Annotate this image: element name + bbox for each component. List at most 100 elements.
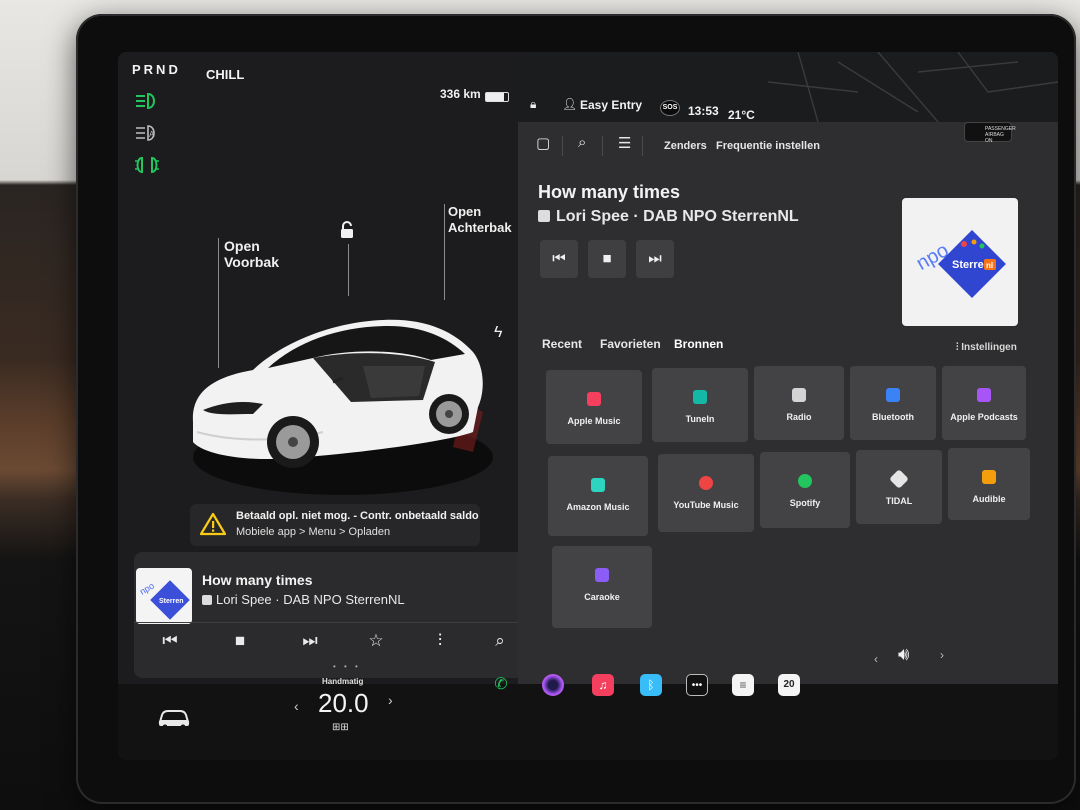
lock-icon[interactable] — [338, 220, 356, 240]
bluetooth-icon[interactable]: ᛒ — [640, 674, 662, 696]
stop-icon[interactable]: ■ — [588, 240, 626, 278]
amazon-music-icon — [591, 478, 605, 492]
warning-icon — [200, 512, 226, 536]
calendar-icon[interactable]: 20 — [778, 674, 800, 696]
apple-music-icon[interactable]: ♫ — [592, 674, 614, 696]
media-panel: 🔒︎ 👤︎ Easy Entry SOS 13:53 21°C PASSENGE… — [518, 52, 1058, 684]
stop-icon[interactable]: ■ — [220, 626, 260, 656]
source-label: YouTube Music — [673, 500, 739, 510]
settings-label: Instellingen — [961, 342, 1017, 353]
divider — [134, 622, 530, 623]
svg-text:Sterren: Sterren — [159, 598, 184, 605]
volume-icon[interactable]: 🔊︎ — [898, 644, 909, 665]
source-amazon-music[interactable]: Amazon Music — [548, 456, 648, 536]
tab-bronnen[interactable]: Bronnen — [674, 337, 723, 351]
cabin-temperature[interactable]: 20.0 — [318, 688, 369, 719]
source-label: Audible — [972, 494, 1006, 504]
svg-text:A: A — [149, 130, 155, 139]
profile-icon[interactable]: 👤︎ — [562, 97, 577, 111]
list-icon[interactable]: ☰ — [618, 134, 631, 152]
spotify-icon — [798, 474, 812, 488]
svg-text:npo: npo — [138, 581, 156, 597]
station-artwork: npo Sterren — [136, 568, 192, 624]
parking-lights-icon — [135, 156, 159, 174]
car-icon[interactable] — [156, 706, 192, 730]
search-icon[interactable]: ⌕ — [578, 134, 586, 151]
camera-icon[interactable] — [542, 674, 564, 696]
source-label: Bluetooth — [872, 412, 914, 422]
phone-icon[interactable]: ✆ — [490, 674, 512, 696]
source-label: Radio — [786, 412, 812, 422]
media-toolbar: ▢ ⌕ ☰ Zenders Frequentie instellen — [518, 132, 1058, 164]
source-label: TuneIn — [685, 414, 715, 424]
next-icon[interactable]: ⏭ — [290, 626, 330, 656]
low-beam-icon — [136, 92, 155, 110]
svg-text:nl: nl — [986, 261, 993, 270]
media-library-icon[interactable]: ▢ — [536, 134, 550, 152]
settings-link[interactable]: ⫶ Instellingen — [956, 342, 1017, 353]
tab-zenders[interactable]: Zenders — [664, 140, 707, 152]
favorite-star-icon[interactable]: ☆ — [356, 626, 396, 656]
podcasts-icon — [977, 388, 991, 402]
driver-profile[interactable]: Easy Entry — [580, 98, 642, 112]
previous-icon[interactable]: ⏮ — [540, 240, 578, 278]
search-icon[interactable]: ⌕ — [480, 626, 520, 656]
tunein-icon — [693, 390, 707, 404]
radio-icon — [538, 210, 550, 222]
equalizer-icon[interactable]: ⫶ — [420, 626, 460, 656]
source-audible[interactable]: Audible — [948, 448, 1030, 520]
tab-frequentie[interactable]: Frequentie instellen — [716, 140, 820, 152]
sos-icon[interactable]: SOS — [660, 100, 680, 116]
toolbar-divider — [562, 136, 563, 156]
volume-down-icon[interactable]: ‹ — [874, 652, 878, 666]
previous-icon[interactable]: ⏮ — [150, 626, 190, 656]
open-trunk-button[interactable]: Open Achterbak — [448, 204, 512, 236]
source-spotify[interactable]: Spotify — [760, 452, 850, 528]
alert-title: Betaald opl. niet mog. - Contr. onbetaal… — [236, 510, 479, 522]
source-apple-podcasts[interactable]: Apple Podcasts — [942, 366, 1026, 440]
now-playing-subtitle-text: Lori Spee · DAB NPO SterrenNL — [556, 208, 799, 225]
open-frunk-button[interactable]: Open Voorbak — [224, 238, 279, 270]
station-artwork-large: npo Sterren nl — [902, 198, 1018, 326]
bluetooth-icon — [886, 388, 900, 402]
range-readout: 336 km — [440, 87, 481, 101]
page-indicator: • • • — [333, 662, 361, 671]
now-playing-subtitle: Lori Spee · DAB NPO SterrenNL — [538, 208, 799, 226]
charge-port-icon[interactable]: ϟ — [494, 324, 502, 342]
source-radio[interactable]: Radio — [754, 366, 844, 440]
more-apps-icon[interactable]: ••• — [686, 674, 708, 696]
source-bluetooth[interactable]: Bluetooth — [850, 366, 936, 440]
volume-up-icon[interactable]: › — [940, 648, 944, 662]
auto-high-beam-icon: A — [136, 125, 155, 141]
caraoke-icon — [595, 568, 609, 582]
source-tidal[interactable]: TIDAL — [856, 450, 942, 524]
source-label: Caraoke — [584, 592, 620, 602]
tab-favorieten[interactable]: Favorieten — [600, 337, 661, 351]
mini-media-player[interactable]: npo Sterren How many times Lori Spee · D… — [134, 552, 530, 678]
bottom-dock — [118, 684, 1058, 760]
temp-up-icon[interactable]: › — [388, 692, 393, 708]
source-caraoke[interactable]: Caraoke — [552, 546, 652, 628]
next-icon[interactable]: ⏭ — [636, 240, 674, 278]
outside-temperature: 21°C — [728, 108, 755, 122]
source-tunein[interactable]: TuneIn — [652, 368, 748, 442]
source-label: Amazon Music — [566, 502, 630, 512]
touchscreen: PRND CHILL 336 km A Open Voorbak Open Ac… — [118, 52, 1058, 760]
source-label: Apple Music — [567, 416, 621, 426]
vehicle-panel: PRND CHILL 336 km A Open Voorbak Open Ac… — [118, 52, 530, 684]
now-playing-title: How many times — [538, 182, 681, 202]
apple-music-icon — [587, 392, 601, 406]
source-label: Apple Podcasts — [950, 412, 1018, 422]
notes-icon[interactable]: ≡ — [732, 674, 754, 696]
audible-icon — [982, 470, 996, 484]
source-youtube-music[interactable]: YouTube Music — [658, 454, 754, 532]
source-apple-music[interactable]: Apple Music — [546, 370, 642, 444]
charging-alert[interactable]: Betaald opl. niet mog. - Contr. onbetaal… — [190, 504, 480, 546]
clock: 13:53 — [688, 104, 719, 118]
mini-track-title: How many times — [202, 572, 313, 588]
mini-track-subtitle: Lori Spee · DAB NPO SterrenNL — [202, 592, 405, 607]
temp-down-icon[interactable]: ‹ — [294, 698, 299, 714]
tab-recent[interactable]: Recent — [542, 337, 582, 351]
seat-heater-icon[interactable]: ⊞⊞ — [332, 722, 349, 733]
lock-status-icon[interactable]: 🔒︎ — [530, 97, 536, 112]
